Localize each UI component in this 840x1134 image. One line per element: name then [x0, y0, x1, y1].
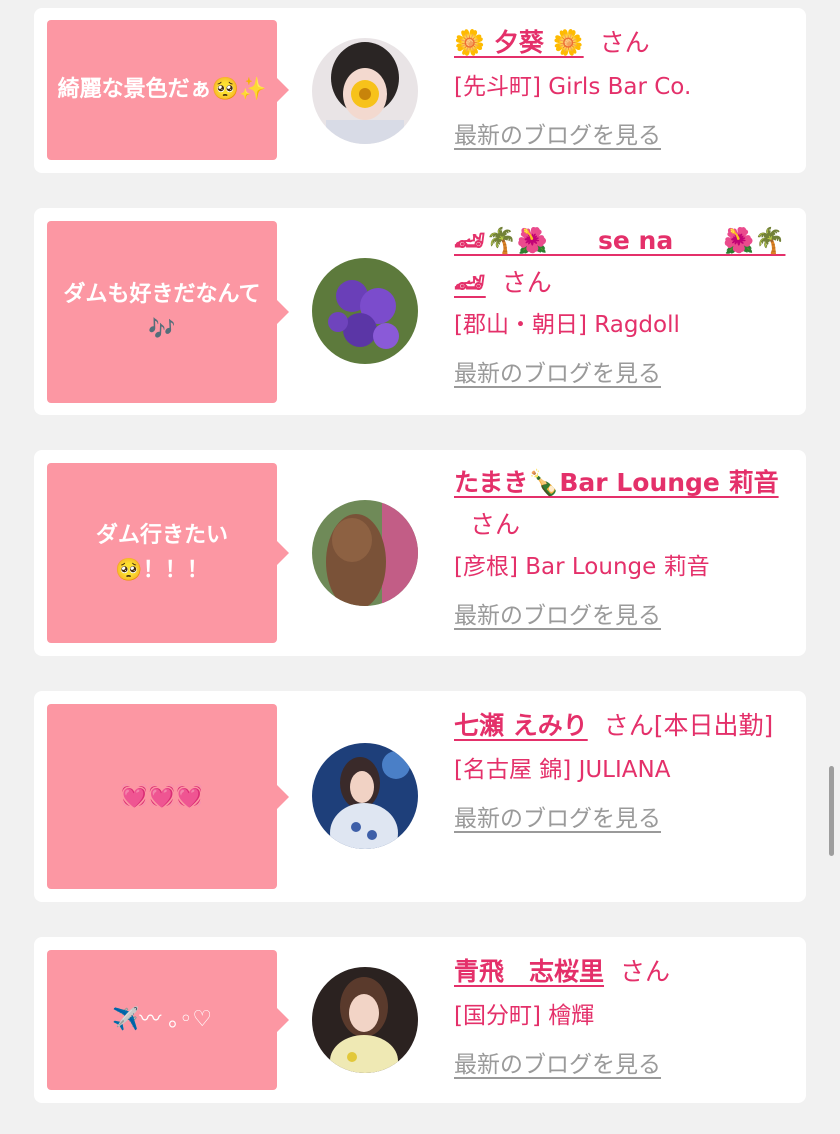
shop-label: [先斗町] Girls Bar Co.: [454, 74, 692, 100]
comment-bubble: 💓💓💓: [47, 704, 289, 889]
cast-blog-comment-list: 綺麗な景色だぁ🥺✨ 🌼 夕葵 🌼 さん [先斗町] Girls Bar Co. 最…: [0, 0, 840, 1134]
comment-bubble: ダムも好きだなんて🎶: [47, 221, 289, 403]
shop-label: [国分町] 檜輝: [454, 1003, 595, 1029]
cast-info: 七瀬 えみり さん[本日出勤] [名古屋 錦] JULIANA 最新のブログを見る: [454, 703, 789, 833]
cast-avatar[interactable]: [312, 258, 418, 364]
name-row: 🏎🌴🌺 se na 🌺🌴🏎 さん: [454, 220, 789, 304]
cast-name-link[interactable]: 青飛 志桜里: [454, 957, 604, 986]
cast-avatar[interactable]: [312, 967, 418, 1073]
comment-card: ✈️︎〰 ｡◦♡ 青飛 志桜里 さん [国分町] 檜輝 最新のブログを見る: [34, 937, 806, 1103]
scrollbar-thumb[interactable]: [829, 766, 834, 856]
comment-card: ダム行きたい🥺！！！ たまき🍾Bar Lounge 莉音さん [彦根] Bar …: [34, 450, 806, 656]
comment-bubble: ✈️︎〰 ｡◦♡: [47, 950, 289, 1090]
comment-card: ダムも好きだなんて🎶 🏎🌴🌺 se na 🌺🌴🏎 さん [郡山・朝日] Ragdo…: [34, 208, 806, 415]
cast-info: 🏎🌴🌺 se na 🌺🌴🏎 さん [郡山・朝日] Ragdoll 最新のブログを見…: [454, 220, 789, 388]
comment-text: ダム行きたい🥺！！！: [95, 522, 228, 583]
comment-card: 💓💓💓 七瀬 えみり さん[本日出勤] [名古屋 錦] JULIANA 最新のブロ…: [34, 691, 806, 902]
latest-blog-link[interactable]: 最新のブログを見る: [454, 799, 661, 833]
cast-name-link[interactable]: 七瀬 えみり: [454, 711, 588, 740]
shop-label: [彦根] Bar Lounge 莉音: [454, 554, 710, 580]
name-row: 🌼 夕葵 🌼 さん: [454, 20, 789, 66]
comment-text: ダムも好きだなんて🎶: [63, 281, 261, 342]
honorific: さん: [470, 510, 521, 539]
comment-bubble: 綺麗な景色だぁ🥺✨: [47, 20, 289, 160]
latest-blog-link[interactable]: 最新のブログを見る: [454, 596, 661, 630]
cast-name-link[interactable]: 🌼 夕葵 🌼: [454, 28, 584, 57]
comment-text: ✈️︎〰 ｡◦♡: [111, 1007, 213, 1033]
name-row: たまき🍾Bar Lounge 莉音さん: [454, 462, 789, 546]
shop-label: [名古屋 錦] JULIANA: [454, 757, 671, 783]
comment-card: 綺麗な景色だぁ🥺✨ 🌼 夕葵 🌼 さん [先斗町] Girls Bar Co. 最…: [34, 8, 806, 173]
latest-blog-link[interactable]: 最新のブログを見る: [454, 116, 661, 150]
latest-blog-link[interactable]: 最新のブログを見る: [454, 1045, 661, 1079]
name-row: 七瀬 えみり さん[本日出勤]: [454, 703, 789, 749]
cast-info: 🌼 夕葵 🌼 さん [先斗町] Girls Bar Co. 最新のブログを見る: [454, 20, 789, 150]
cast-avatar[interactable]: [312, 500, 418, 606]
honorific: さん: [620, 957, 671, 986]
honorific: さん: [501, 268, 552, 297]
honorific: さん: [599, 28, 650, 57]
cast-info: 青飛 志桜里 さん [国分町] 檜輝 最新のブログを見る: [454, 949, 789, 1079]
comment-bubble: ダム行きたい🥺！！！: [47, 463, 289, 643]
cast-name-link[interactable]: たまき🍾Bar Lounge 莉音: [454, 468, 779, 497]
comment-text: 💓💓💓: [120, 783, 204, 809]
cast-info: たまき🍾Bar Lounge 莉音さん [彦根] Bar Lounge 莉音 最…: [454, 462, 789, 630]
name-row: 青飛 志桜里 さん: [454, 949, 789, 995]
comment-text: 綺麗な景色だぁ🥺✨: [57, 77, 267, 103]
cast-avatar[interactable]: [312, 38, 418, 144]
shop-label: [郡山・朝日] Ragdoll: [454, 312, 680, 338]
latest-blog-link[interactable]: 最新のブログを見る: [454, 354, 661, 388]
honorific: さん[本日出勤]: [603, 711, 774, 740]
cast-avatar[interactable]: [312, 743, 418, 849]
